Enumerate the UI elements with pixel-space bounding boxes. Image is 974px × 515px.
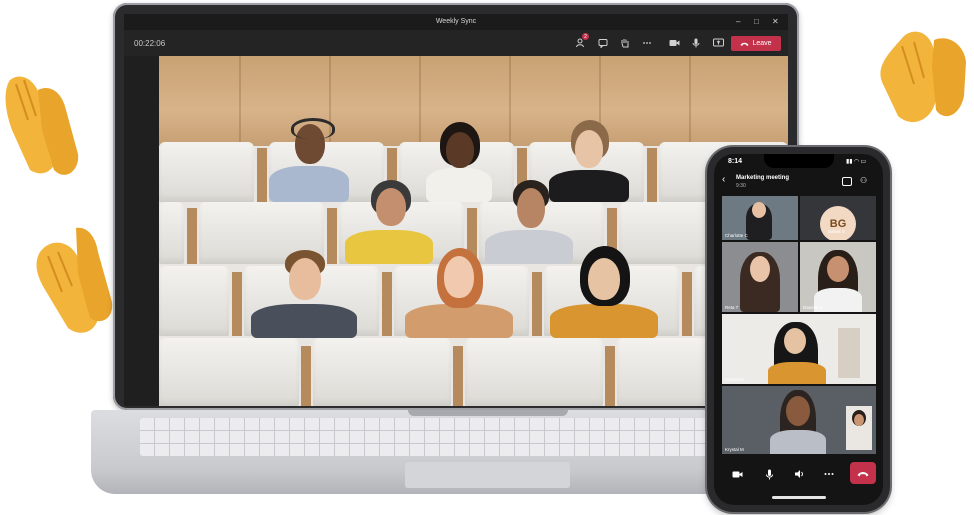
- teams-meeting-window: Weekly Sync – □ ✕ 00:22:06 2 Leave: [124, 14, 788, 406]
- participant-tile[interactable]: Daniela G: [800, 242, 876, 312]
- laptop-keyboard: [140, 418, 780, 456]
- phone-call-controls: [714, 457, 883, 493]
- participant-tile[interactable]: Krystal M: [722, 386, 876, 454]
- close-button[interactable]: ✕: [772, 17, 779, 26]
- participant-tile[interactable]: BG Babak S: [800, 196, 876, 240]
- participant-video: [399, 244, 519, 338]
- avatar: BG: [820, 206, 856, 240]
- leave-label: Leave: [752, 40, 772, 47]
- minimize-button[interactable]: –: [736, 17, 740, 26]
- more-icon: [824, 473, 834, 475]
- participant-video: [544, 244, 664, 338]
- participant-tile[interactable]: Charlotte C: [722, 196, 798, 240]
- camera-button[interactable]: [667, 36, 681, 50]
- meeting-time: 9:30: [736, 183, 746, 189]
- maximize-button[interactable]: □: [754, 17, 759, 26]
- participant-name: Reta T: [725, 305, 739, 310]
- phone-hangup-icon: [740, 42, 749, 46]
- participant-video: [249, 246, 359, 338]
- end-call-icon: [857, 471, 869, 476]
- more-options-button[interactable]: [640, 36, 654, 50]
- together-mode-stage: [159, 56, 788, 406]
- phone-more-button[interactable]: [822, 467, 836, 481]
- leave-button[interactable]: Leave: [731, 36, 781, 51]
- back-arrow-icon[interactable]: ‹: [722, 174, 725, 185]
- participant-tile[interactable]: Reta T: [722, 242, 798, 312]
- mic-icon: [692, 38, 700, 48]
- chat-button[interactable]: [596, 36, 610, 50]
- phone-mic-button[interactable]: [762, 467, 776, 481]
- participant-tile[interactable]: Krystal M: [722, 314, 876, 384]
- phone-meeting-header: ‹ Marketing meeting 9:30 ⚇: [714, 172, 883, 194]
- laptop-trackpad: [405, 462, 570, 488]
- window-titlebar: Weekly Sync – □ ✕: [124, 14, 788, 30]
- phone-speaker-button[interactable]: [792, 467, 806, 481]
- participant-name: Charlotte C: [725, 233, 748, 238]
- share-screen-button[interactable]: [711, 36, 725, 50]
- participant-name: Krystal M: [725, 377, 744, 382]
- participants-button[interactable]: 2: [574, 33, 589, 50]
- share-screen-icon: [712, 38, 724, 47]
- raise-hand-icon: [621, 39, 629, 48]
- participants-badge: 2: [582, 33, 589, 40]
- meeting-title: Marketing meeting: [736, 175, 790, 181]
- camera-icon: [732, 471, 742, 477]
- phone-camera-button[interactable]: [730, 467, 744, 481]
- phone-end-call-button[interactable]: [850, 462, 876, 484]
- chat-icon: [598, 39, 608, 48]
- phone-meeting-screen: 8:14 ▮▮ ◠ ▭ ‹ Marketing meeting 9:30 ⚇ C…: [714, 154, 883, 505]
- raise-hand-button[interactable]: [618, 36, 632, 50]
- home-indicator: [772, 496, 826, 499]
- meeting-toolbar: 00:22:06 2 Leave: [124, 30, 788, 56]
- chat-icon[interactable]: [842, 177, 852, 186]
- clapping-hands-icon: [36, 227, 113, 333]
- laptop-hinge: [408, 410, 568, 416]
- clapping-hands-icon: [5, 76, 79, 175]
- clapping-hands-icon: [880, 31, 966, 123]
- phone-notch: [764, 154, 834, 168]
- participant-name: Daniela G: [803, 305, 824, 310]
- meeting-timer: 00:22:06: [134, 39, 166, 48]
- camera-icon: [669, 40, 679, 46]
- phone-clock: 8:14: [728, 158, 743, 165]
- participant-video: [269, 112, 349, 202]
- mic-icon: [765, 469, 773, 479]
- mic-button[interactable]: [689, 36, 703, 50]
- participant-name: Babak S: [828, 229, 846, 234]
- more-icon: [643, 42, 651, 44]
- participant-name: Krystal M: [725, 447, 744, 452]
- participants-icon[interactable]: ⚇: [860, 176, 867, 185]
- speaker-icon: [794, 470, 803, 478]
- window-title: Weekly Sync: [435, 18, 477, 25]
- status-icons: ▮▮ ◠ ▭: [846, 159, 867, 165]
